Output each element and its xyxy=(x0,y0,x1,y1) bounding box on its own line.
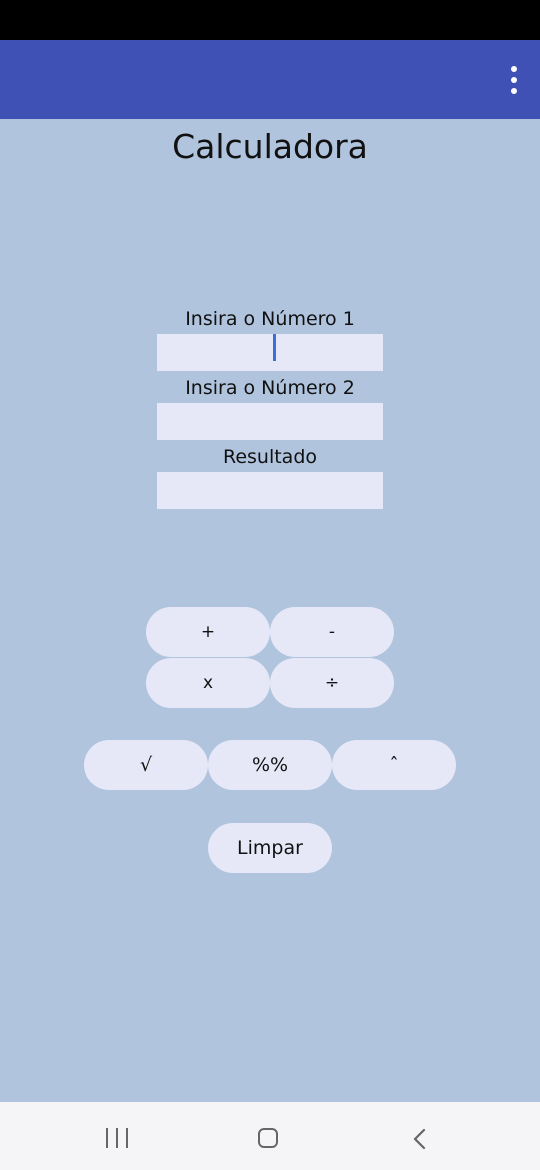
number2-label: Insira o Número 2 xyxy=(185,377,355,399)
status-bar xyxy=(0,0,540,40)
text-cursor xyxy=(273,334,276,361)
add-button[interactable]: + xyxy=(146,607,270,657)
calculator-content xyxy=(0,119,540,1102)
page-title: Calculadora xyxy=(172,127,368,166)
percent-button[interactable]: %% xyxy=(208,740,332,790)
multiply-button[interactable]: x xyxy=(146,658,270,708)
home-icon[interactable] xyxy=(258,1128,278,1148)
menu-dot xyxy=(511,88,517,94)
menu-dot xyxy=(511,66,517,72)
sqrt-button[interactable]: √ xyxy=(84,740,208,790)
subtract-button[interactable]: - xyxy=(270,607,394,657)
back-icon[interactable] xyxy=(410,1128,430,1150)
app-bar xyxy=(0,40,540,119)
overflow-menu-icon[interactable] xyxy=(506,66,522,94)
power-button[interactable]: ˆ xyxy=(332,740,456,790)
result-label: Resultado xyxy=(222,446,318,468)
divide-button[interactable]: ÷ xyxy=(270,658,394,708)
number1-input[interactable] xyxy=(157,334,383,371)
menu-dot xyxy=(511,77,517,83)
system-nav-bar xyxy=(0,1102,540,1170)
number1-label: Insira o Número 1 xyxy=(185,308,355,330)
result-field[interactable] xyxy=(157,472,383,509)
number2-input[interactable] xyxy=(157,403,383,440)
clear-button[interactable]: Limpar xyxy=(208,823,332,873)
recents-icon[interactable] xyxy=(106,1128,128,1148)
